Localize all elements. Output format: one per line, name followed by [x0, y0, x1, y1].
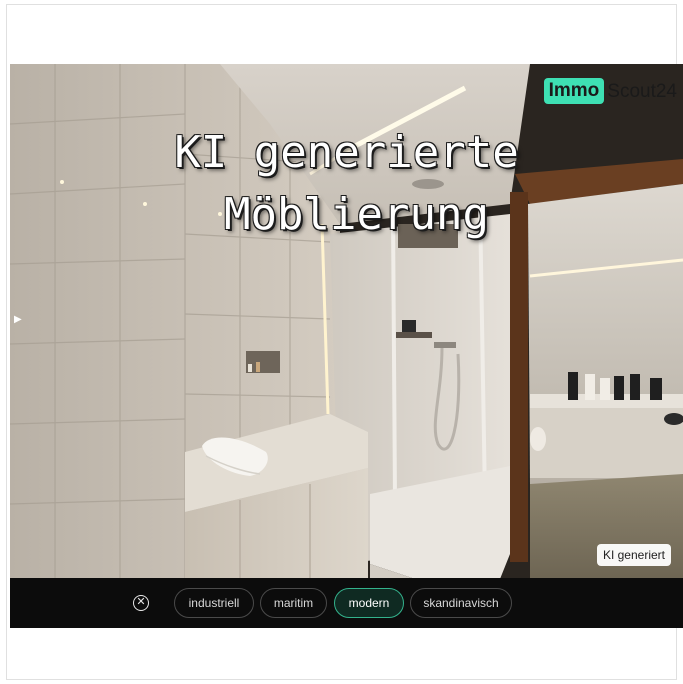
logo-part-scout24: Scout24: [607, 80, 677, 102]
chip-modern[interactable]: modern: [334, 588, 404, 618]
chip-skandinavisch[interactable]: skandinavisch: [410, 588, 512, 618]
chip-industriell[interactable]: industriell: [174, 588, 254, 618]
immoscout24-logo: Immo Scout24: [543, 78, 677, 104]
headline-line-1: KI generierte: [174, 127, 519, 178]
headline-line-2: Möblierung: [224, 189, 489, 240]
chip-maritim[interactable]: maritim: [260, 588, 327, 618]
overlay-headline: KI generierte Möblierung: [10, 122, 683, 246]
play-arrow-icon[interactable]: ▶: [14, 314, 22, 325]
style-selector-toolbar: ✕ industriell maritim modern skandinavis…: [10, 578, 683, 628]
image-viewer[interactable]: Immo Scout24 KI generierte Möblierung ▶ …: [10, 64, 683, 628]
ai-generated-badge: KI generiert: [596, 544, 671, 566]
logo-part-immo: Immo: [543, 78, 605, 104]
close-circle-icon[interactable]: ✕: [133, 595, 149, 611]
